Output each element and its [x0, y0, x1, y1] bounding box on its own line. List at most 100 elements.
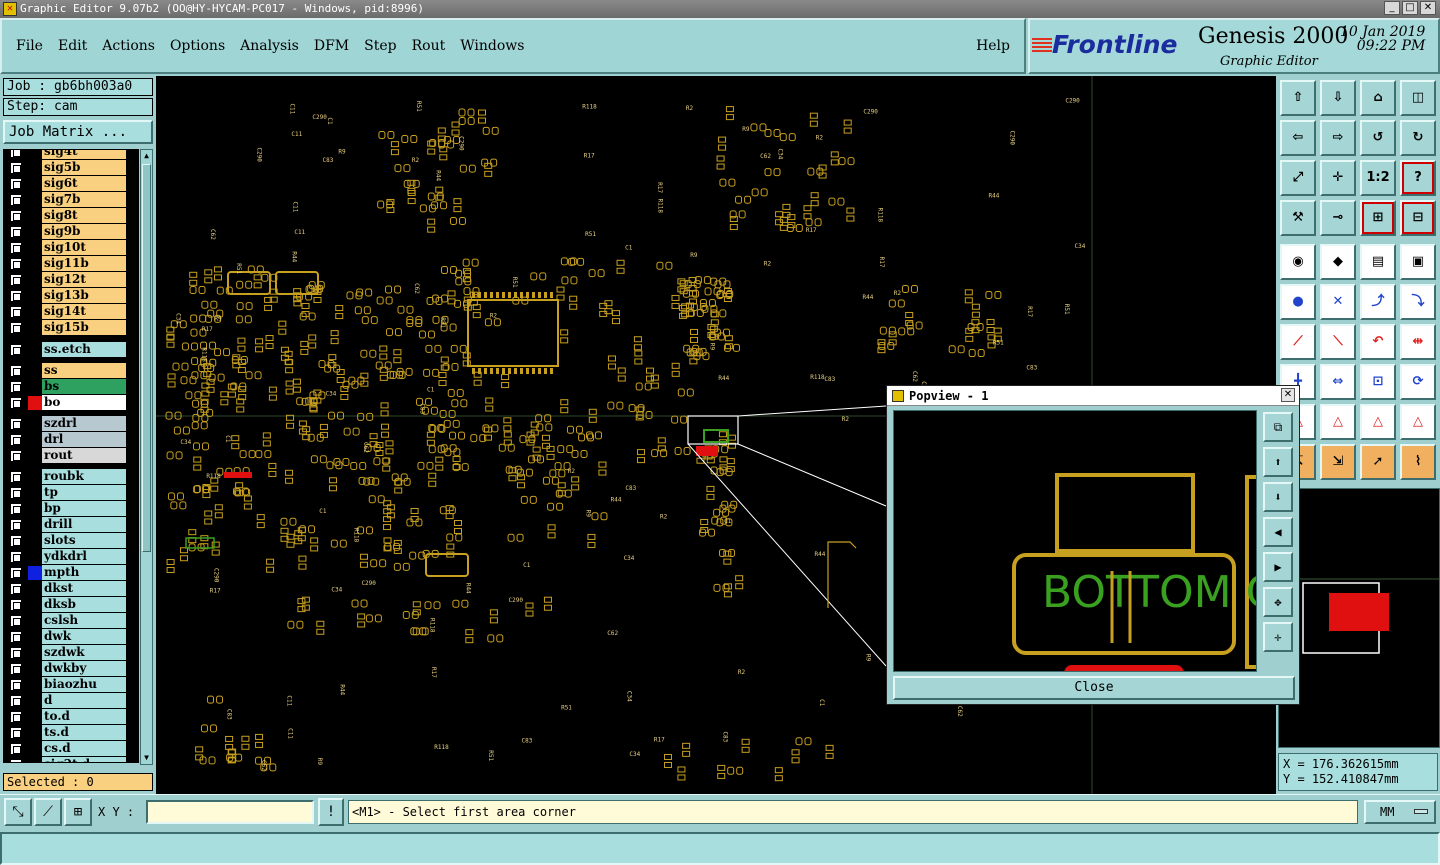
menu-step[interactable]: Step [364, 38, 396, 54]
layer-color-chip[interactable] [28, 550, 42, 564]
snap-grid-icon[interactable]: ⟋ [34, 798, 62, 826]
layer-checkbox[interactable] [10, 178, 22, 190]
layer-color-chip[interactable] [28, 486, 42, 500]
copy-icon[interactable]: ⤵ [1400, 284, 1436, 320]
window-split-icon[interactable]: ◫ [1400, 80, 1436, 116]
layer-name[interactable]: sig7b [42, 192, 126, 207]
layer-row[interactable]: sig7b [4, 192, 138, 207]
layer-row[interactable]: ss [4, 363, 138, 378]
layer-checkbox[interactable] [10, 711, 22, 723]
layer-row[interactable]: dkst [4, 581, 138, 596]
layer-checkbox[interactable] [10, 450, 22, 462]
layer-checkbox[interactable] [10, 258, 22, 270]
redraw-icon[interactable]: ↻ [1400, 120, 1436, 156]
close-window-button[interactable]: ✕ [1420, 1, 1436, 15]
layer-row[interactable]: sig2t.d [4, 757, 138, 762]
zoom-back-icon[interactable]: ⇦ [1280, 120, 1316, 156]
layer-checkbox[interactable] [10, 194, 22, 206]
layer-color-chip[interactable] [28, 694, 42, 708]
layer-color-chip[interactable] [28, 193, 42, 207]
layer-list[interactable]: sig4t sig5b sig6t sig7b sig8t sig9b sig10t sig1… [3, 149, 139, 763]
layer-color-chip[interactable] [28, 662, 42, 676]
popview-window[interactable]: Popview - 1 ✕ BOTTOM C ⧉ ⬆ ⬇ ◀ ▶ ✥ ✛ Clo… [886, 385, 1300, 705]
area-select-icon[interactable]: ▣ [1400, 244, 1436, 280]
menu-dfm[interactable]: DFM [314, 38, 349, 54]
layer-color-chip[interactable] [28, 726, 42, 740]
layer-name[interactable]: sig6t [42, 176, 126, 191]
layer-checkbox[interactable] [10, 743, 22, 755]
layer-row[interactable]: sig10t [4, 240, 138, 255]
layer-row[interactable]: sig11b [4, 256, 138, 271]
feature-select-icon[interactable]: ◉ [1280, 244, 1316, 280]
layer-row[interactable]: cslsh [4, 613, 138, 628]
layer-row[interactable]: sig4t [4, 150, 138, 159]
layer-row[interactable]: sig15b [4, 320, 138, 335]
layer-color-chip[interactable] [28, 177, 42, 191]
net-select-icon[interactable]: ◆ [1320, 244, 1356, 280]
layer-name[interactable]: dksb [42, 597, 126, 612]
layer-row[interactable]: ydkdrl [4, 549, 138, 564]
layer-color-chip[interactable] [28, 598, 42, 612]
arrow-pointer-icon[interactable]: ➚ [1360, 444, 1396, 480]
layer-checkbox[interactable] [10, 210, 22, 222]
layer-name[interactable]: rout [42, 448, 126, 463]
layer-row[interactable]: drl [4, 432, 138, 447]
layer-row[interactable]: bs [4, 379, 138, 394]
layer-name[interactable]: sig14t [42, 304, 126, 319]
fit-icon[interactable]: ⤢ [1280, 160, 1316, 196]
layer-name[interactable]: sig10t [42, 240, 126, 255]
layer-row[interactable]: d [4, 693, 138, 708]
popview-expand-icon[interactable]: ✥ [1263, 587, 1293, 617]
layer-row[interactable]: tp [4, 485, 138, 500]
help-icon[interactable]: ? [1400, 160, 1436, 196]
route-icon[interactable]: ⌇ [1400, 444, 1436, 480]
grid-icon[interactable]: ⊞ [64, 798, 92, 826]
center-icon[interactable]: ✛ [1320, 160, 1356, 196]
layer-row[interactable]: sig12t [4, 272, 138, 287]
layer-row[interactable]: to.d [4, 709, 138, 724]
layer-checkbox[interactable] [10, 695, 22, 707]
layer-checkbox[interactable] [10, 583, 22, 595]
layer-name[interactable]: dkst [42, 581, 126, 596]
layer-color-chip[interactable] [28, 241, 42, 255]
layer-name[interactable]: to.d [42, 709, 126, 724]
maximize-button[interactable]: □ [1402, 1, 1418, 15]
layer-name[interactable]: d [42, 693, 126, 708]
triangle-2-icon[interactable]: △ [1320, 404, 1356, 440]
layer-checkbox[interactable] [10, 759, 22, 762]
layer-row[interactable]: sig5b [4, 160, 138, 175]
layer-name[interactable]: drl [42, 432, 126, 447]
layer-checkbox[interactable] [10, 344, 22, 356]
popview-canvas[interactable]: BOTTOM C [893, 410, 1257, 672]
layer-checkbox[interactable] [10, 162, 22, 174]
xy-input[interactable] [146, 800, 314, 824]
layer-color-chip[interactable] [28, 257, 42, 271]
layer-name[interactable]: ss [42, 363, 126, 378]
layer-name[interactable]: szdrl [42, 416, 126, 431]
popview-zoom-out-icon[interactable]: ⬇ [1263, 482, 1293, 512]
layer-color-chip[interactable] [28, 566, 42, 580]
resize-icon[interactable]: ⇔ [1320, 364, 1356, 400]
layer-name[interactable]: slots [42, 533, 126, 548]
layer-color-chip[interactable] [28, 273, 42, 287]
scroll-up-icon[interactable]: ▲ [141, 150, 152, 162]
select-pointer-icon[interactable]: ⇲ [1320, 444, 1356, 480]
triangle-3-icon[interactable]: △ [1360, 404, 1396, 440]
menu-file[interactable]: File [16, 38, 43, 54]
layer-color-chip[interactable] [28, 758, 42, 762]
layer-compare-icon[interactable]: ⊞ [1360, 200, 1396, 236]
layer-row[interactable]: biaozhu [4, 677, 138, 692]
layer-checkbox[interactable] [10, 365, 22, 377]
layer-row[interactable]: bo [4, 395, 138, 410]
layer-color-chip[interactable] [28, 305, 42, 319]
layer-name[interactable]: sig9b [42, 224, 126, 239]
layer-name[interactable]: mpth [42, 565, 126, 580]
layer-name[interactable]: bo [42, 395, 126, 410]
layer-row[interactable]: sig9b [4, 224, 138, 239]
zoom-forward-icon[interactable]: ⇨ [1320, 120, 1356, 156]
flip-icon[interactable]: ⇹ [1400, 324, 1436, 360]
layer-name[interactable]: dwk [42, 629, 126, 644]
layer-compare-2-icon[interactable]: ⊟ [1400, 200, 1436, 236]
layer-row[interactable]: sig14t [4, 304, 138, 319]
snap-icon[interactable]: ⊸ [1320, 200, 1356, 236]
